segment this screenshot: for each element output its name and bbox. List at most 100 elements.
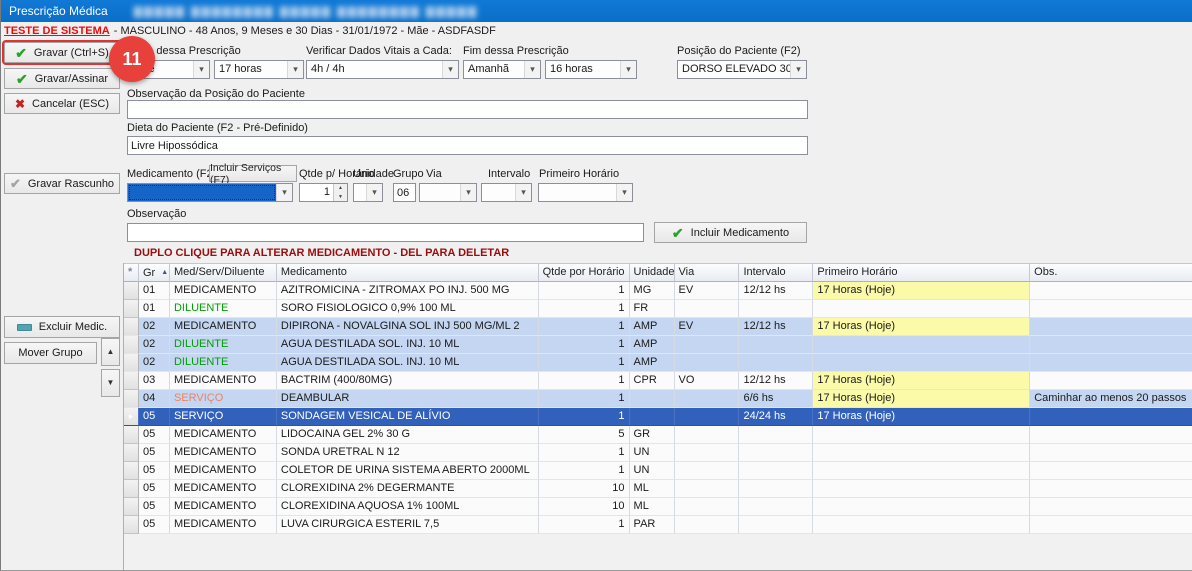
grid-header-row: * Gr▲ Med/Serv/Diluente Medicamento Qtde… — [124, 263, 1192, 282]
grid-row[interactable]: 02DILUENTEAGUA DESTILADA SOL. INJ. 10 ML… — [124, 354, 1192, 372]
arrow-up-icon: ▲ — [107, 348, 115, 356]
cell-tipo: MEDICAMENTO — [170, 372, 277, 390]
grid-row[interactable]: 02MEDICAMENTODIPIRONA - NOVALGINA SOL IN… — [124, 318, 1192, 336]
column-header-unidade[interactable]: Unidade — [630, 263, 675, 282]
cell-medicamento: AGUA DESTILADA SOL. INJ. 10 ML — [277, 336, 539, 354]
cell-obs — [1030, 318, 1192, 336]
diet-input[interactable] — [127, 136, 808, 155]
grid-row[interactable]: 01DILUENTESORO FISIOLOGICO 0,9% 100 ML1F… — [124, 300, 1192, 318]
observation-label: Observação — [127, 208, 186, 220]
column-header-tipo[interactable]: Med/Serv/Diluente — [170, 263, 277, 282]
group-input[interactable] — [393, 183, 416, 202]
grid-row[interactable]: 02DILUENTEAGUA DESTILADA SOL. INJ. 10 ML… — [124, 336, 1192, 354]
grid-row[interactable]: 05MEDICAMENTOCLOREXIDINA AQUOSA 1% 100ML… — [124, 498, 1192, 516]
cell-tipo: DILUENTE — [170, 300, 277, 318]
vitals-interval-value: 4h / 4h — [307, 61, 442, 78]
cell-primeiro-horario — [813, 462, 1030, 480]
grid-row[interactable]: 05MEDICAMENTOCOLETOR DE URINA SISTEMA AB… — [124, 462, 1192, 480]
unit-select[interactable]: ▾ — [353, 183, 383, 202]
cell-gr: 05 — [139, 444, 170, 462]
first-time-select[interactable]: ▾ — [538, 183, 633, 202]
interval-select[interactable]: ▾ — [481, 183, 532, 202]
save-draft-button[interactable]: ✔ Gravar Rascunho — [4, 173, 120, 194]
title-bar[interactable]: Prescrição Médica ▇▇▇▇▇ ▇▇▇▇▇▇▇▇ ▇▇▇▇▇ ▇… — [1, 0, 1192, 22]
row-selector[interactable] — [124, 480, 139, 498]
row-selector[interactable] — [124, 318, 139, 336]
stepper-up-icon[interactable]: ▲ — [334, 184, 347, 193]
column-header-medicamento[interactable]: Medicamento — [277, 263, 539, 282]
patient-position-select[interactable]: DORSO ELEVADO 30 G ▾ — [677, 60, 807, 79]
start-time-select[interactable]: 17 horas ▾ — [214, 60, 304, 79]
grid-row[interactable]: 05MEDICAMENTOSONDA URETRAL N 121UN — [124, 444, 1192, 462]
cell-gr: 02 — [139, 318, 170, 336]
delete-medication-label: Excluir Medic. — [39, 321, 107, 333]
row-selector[interactable] — [124, 516, 139, 534]
move-group-button[interactable]: Mover Grupo — [4, 342, 97, 364]
cell-qtde: 1 — [539, 336, 630, 354]
end-day-select[interactable]: Amanhã ▾ — [463, 60, 541, 79]
column-header-intervalo[interactable]: Intervalo — [739, 263, 813, 282]
move-group-down-button[interactable]: ▼ — [101, 369, 120, 397]
grid-row[interactable]: 05MEDICAMENTOLUVA CIRURGICA ESTERIL 7,51… — [124, 516, 1192, 534]
chevron-down-icon: ▾ — [366, 184, 382, 201]
unit-value — [354, 184, 366, 201]
cell-unidade: ML — [630, 480, 675, 498]
row-selector[interactable] — [124, 354, 139, 372]
patient-name: TESTE DE SISTEMA — [4, 25, 110, 37]
cell-primeiro-horario — [813, 516, 1030, 534]
cell-gr: 05 — [139, 462, 170, 480]
vitals-interval-select[interactable]: 4h / 4h ▾ — [306, 60, 459, 79]
column-header-obs[interactable]: Obs. — [1030, 263, 1192, 282]
cell-tipo: MEDICAMENTO — [170, 516, 277, 534]
cell-primeiro-horario — [813, 480, 1030, 498]
end-time-select[interactable]: 16 horas ▾ — [545, 60, 637, 79]
include-medication-button[interactable]: ✔ Incluir Medicamento — [654, 222, 807, 243]
include-services-button[interactable]: Incluir Serviços (F7) — [209, 165, 297, 182]
column-header-via[interactable]: Via — [675, 263, 740, 282]
column-header-primeiro-horario[interactable]: Primeiro Horário — [813, 263, 1030, 282]
grid-corner-asterisk-icon[interactable]: * — [124, 263, 139, 282]
row-selector[interactable] — [124, 426, 139, 444]
stepper-down-icon[interactable]: ▼ — [334, 193, 347, 202]
grid-row[interactable]: 04SERVIÇODEAMBULAR16/6 hs17 Horas (Hoje)… — [124, 390, 1192, 408]
chevron-down-icon: ▾ — [287, 61, 303, 78]
row-selector[interactable] — [124, 336, 139, 354]
grid-row[interactable]: ▸05SERVIÇOSONDAGEM VESICAL DE ALÍVIO124/… — [124, 408, 1192, 426]
grid-row[interactable]: 05MEDICAMENTOLIDOCAINA GEL 2% 30 G5GR — [124, 426, 1192, 444]
save-button[interactable]: ✔ Gravar (Ctrl+S) — [4, 42, 120, 63]
row-selector[interactable]: ▸ — [124, 408, 139, 426]
position-observation-input[interactable] — [127, 100, 808, 119]
row-selector[interactable] — [124, 498, 139, 516]
column-header-gr[interactable]: Gr▲ — [139, 263, 170, 282]
cell-medicamento: DIPIRONA - NOVALGINA SOL INJ 500 MG/ML 2 — [277, 318, 539, 336]
cell-gr: 03 — [139, 372, 170, 390]
cell-intervalo — [739, 480, 813, 498]
medication-select[interactable]: ▾ — [127, 183, 293, 202]
grid-row[interactable]: 03MEDICAMENTOBACTRIM (400/80MG)1CPRVO12/… — [124, 372, 1192, 390]
row-selector[interactable] — [124, 390, 139, 408]
cell-qtde: 1 — [539, 372, 630, 390]
row-selector[interactable] — [124, 462, 139, 480]
cancel-button[interactable]: ✖ Cancelar (ESC) — [4, 93, 120, 114]
delete-medication-button[interactable]: Excluir Medic. — [4, 316, 120, 338]
column-header-qtde[interactable]: Qtde por Horário — [539, 263, 630, 282]
row-selector[interactable] — [124, 444, 139, 462]
observation-input[interactable] — [127, 223, 644, 242]
row-selector[interactable] — [124, 300, 139, 318]
patient-details: - MASCULINO - 48 Anos, 9 Meses e 30 Dias… — [114, 25, 496, 37]
via-select[interactable]: ▾ — [419, 183, 477, 202]
chevron-down-icon: ▾ — [515, 184, 531, 201]
quantity-stepper[interactable]: 1 ▲ ▼ — [299, 183, 348, 202]
move-group-up-button[interactable]: ▲ — [101, 338, 120, 366]
diet-label: Dieta do Paciente (F2 - Pré-Definido) — [127, 122, 308, 134]
row-selector[interactable] — [124, 372, 139, 390]
grid-row[interactable]: 01MEDICAMENTOAZITROMICINA - ZITROMAX PO … — [124, 282, 1192, 300]
chevron-down-icon: ▾ — [460, 184, 476, 201]
cell-unidade: UN — [630, 462, 675, 480]
cell-primeiro-horario — [813, 336, 1030, 354]
grid-row[interactable]: 05MEDICAMENTOCLOREXIDINA 2% DEGERMANTE10… — [124, 480, 1192, 498]
cell-via — [675, 498, 740, 516]
save-sign-button[interactable]: ✔ Gravar/Assinar — [4, 68, 120, 89]
row-selector[interactable] — [124, 282, 139, 300]
cell-medicamento: SONDAGEM VESICAL DE ALÍVIO — [277, 408, 539, 426]
